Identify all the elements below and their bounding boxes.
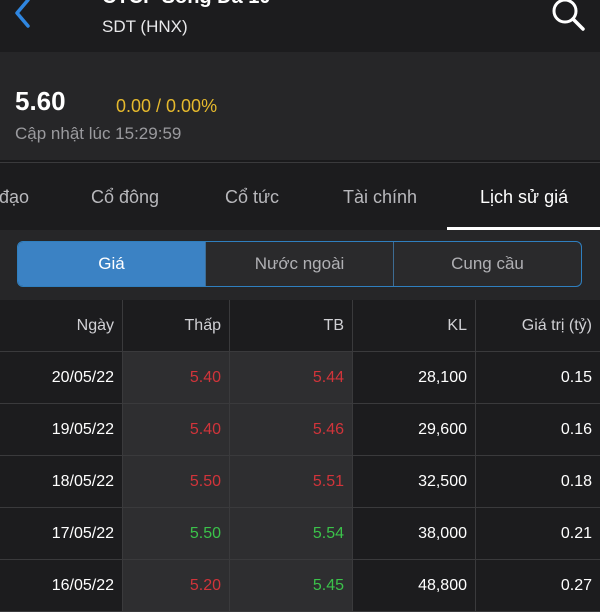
cell-value: 0.21 <box>560 525 592 542</box>
cell-date: 18/05/22 <box>0 456 123 507</box>
segment-gia[interactable]: Giá <box>18 242 205 286</box>
header-avg: TB <box>230 300 353 351</box>
cell-volume: 28,100 <box>353 352 476 403</box>
tab-co-tuc[interactable]: Cổ tức <box>225 187 279 208</box>
cell-date: 19/05/22 <box>0 404 123 455</box>
cell-volume: 32,500 <box>353 456 476 507</box>
app-header: CTCP Sông Đà 10 SDT (HNX) <box>0 0 600 52</box>
cell-value: 0.16 <box>560 421 592 438</box>
cell-date: 20/05/22 <box>0 352 123 403</box>
cell-value: 0.15 <box>560 369 592 386</box>
cell-avg: 5.46 <box>230 404 353 455</box>
update-time: Cập nhật lúc 15:29:59 <box>15 124 182 143</box>
tab-tai-chinh[interactable]: Tài chính <box>343 187 417 208</box>
tab-lanh-dao[interactable]: đạo <box>0 187 29 208</box>
cell-avg: 5.51 <box>230 456 353 507</box>
segment-cung-cau[interactable]: Cung cầu <box>393 242 581 286</box>
segment-nuoc-ngoai[interactable]: Nước ngoài <box>205 242 393 286</box>
company-title: CTCP Sông Đà 10 <box>102 0 271 9</box>
segment-area: Giá Nước ngoài Cung cầu <box>0 230 600 300</box>
cell-avg: 5.54 <box>230 508 353 559</box>
cell-avg: 5.44 <box>230 352 353 403</box>
cell-date: 17/05/22 <box>0 508 123 559</box>
back-chevron-icon[interactable] <box>8 0 38 34</box>
table-row[interactable]: 16/05/22 5.20 5.45 48,800 0.27 <box>0 560 600 612</box>
cell-value: 0.27 <box>560 577 592 594</box>
cell-low: 5.40 <box>123 404 230 455</box>
table-header-row: Ngày Thấp TB KL Giá trị (tỷ) <box>0 300 600 352</box>
header-volume: KL <box>353 300 476 351</box>
info-tabs: đạo Cổ đông Cổ tức Tài chính Lịch sử giá <box>0 162 600 231</box>
tab-co-dong[interactable]: Cổ đông <box>91 187 159 208</box>
cell-volume: 29,600 <box>353 404 476 455</box>
table-row[interactable]: 17/05/22 5.50 5.54 38,000 0.21 <box>0 508 600 560</box>
header-value: Giá trị (tỷ) <box>476 300 600 351</box>
table-row[interactable]: 19/05/22 5.40 5.46 29,600 0.16 <box>0 404 600 456</box>
cell-date: 16/05/22 <box>0 560 123 611</box>
cell-value: 0.18 <box>560 473 592 490</box>
table-row[interactable]: 18/05/22 5.50 5.51 32,500 0.18 <box>0 456 600 508</box>
cell-low: 5.50 <box>123 508 230 559</box>
cell-low: 5.40 <box>123 352 230 403</box>
table-row[interactable]: 20/05/22 5.40 5.44 28,100 0.15 <box>0 352 600 404</box>
segmented-control: Giá Nước ngoài Cung cầu <box>17 241 582 287</box>
cell-low: 5.20 <box>123 560 230 611</box>
ticker-exchange: SDT (HNX) <box>102 17 188 36</box>
price-change: 0.00 / 0.00% <box>116 96 218 116</box>
cell-low: 5.50 <box>123 456 230 507</box>
price-history-table: Ngày Thấp TB KL Giá trị (tỷ) 20/05/22 5.… <box>0 300 600 612</box>
cell-volume: 48,800 <box>353 560 476 611</box>
price-summary: 5.60 0.00 / 0.00% Cập nhật lúc 15:29:59 <box>0 52 600 160</box>
header-date: Ngày <box>0 300 123 351</box>
header-low: Thấp <box>123 300 230 351</box>
search-icon[interactable] <box>550 0 588 34</box>
cell-avg: 5.45 <box>230 560 353 611</box>
current-price: 5.60 <box>15 86 66 116</box>
tab-lich-su-gia[interactable]: Lịch sử giá <box>480 187 568 208</box>
cell-volume: 38,000 <box>353 508 476 559</box>
